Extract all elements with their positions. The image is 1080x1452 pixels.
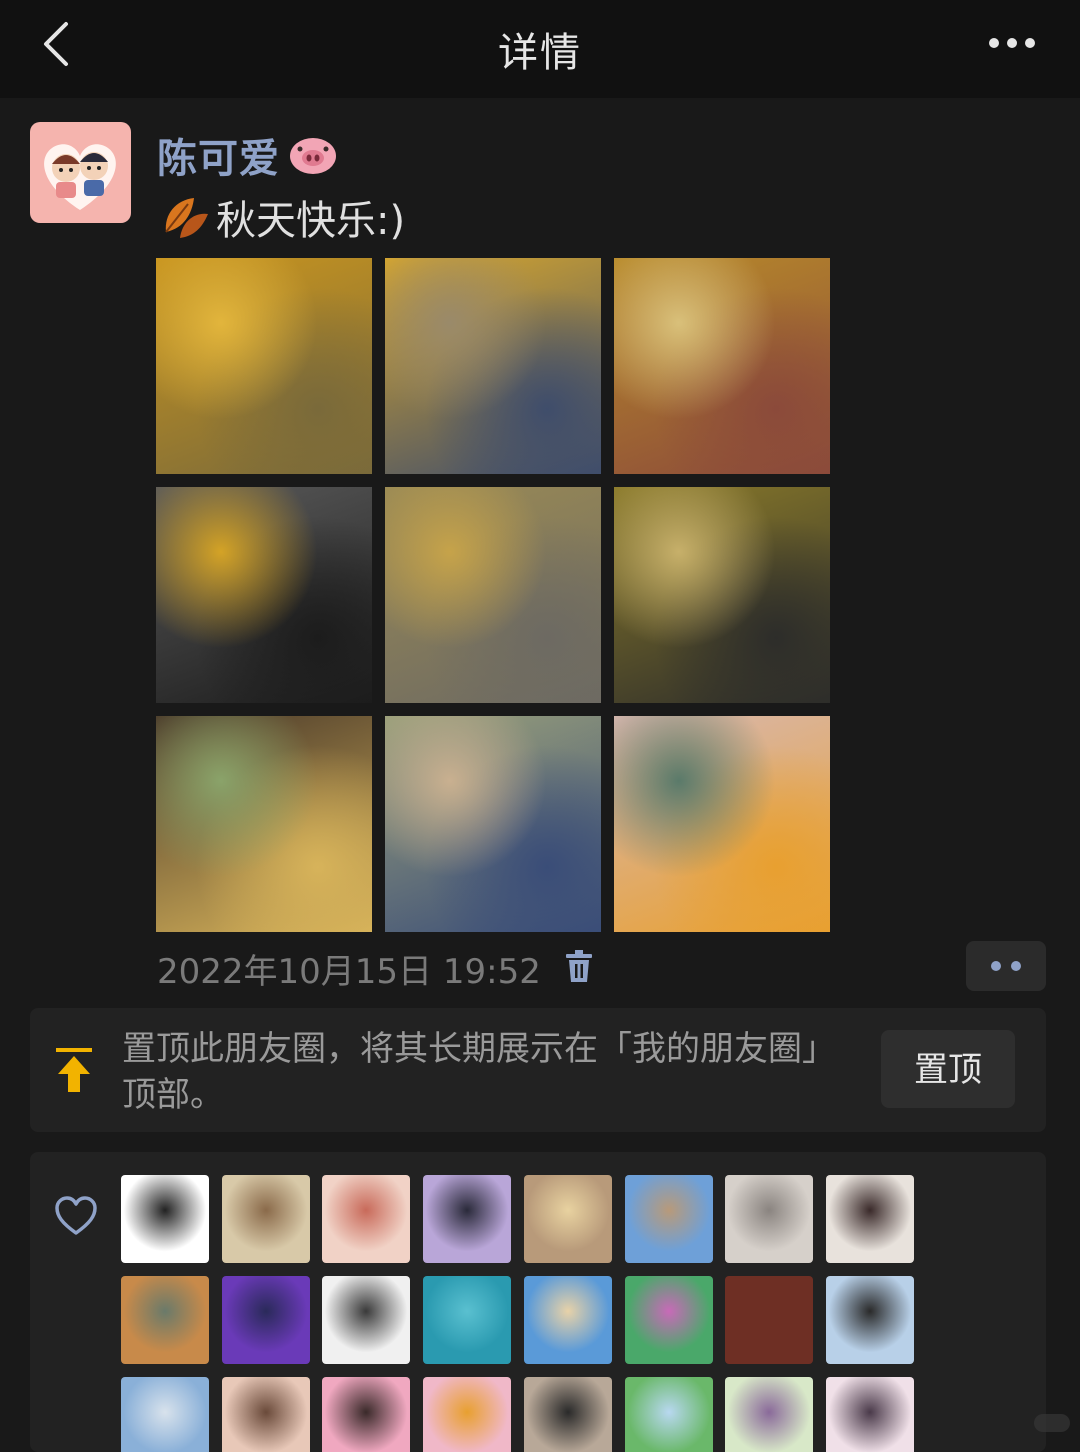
photo-girl-denim-jacket[interactable] <box>385 716 601 932</box>
photo-grid <box>156 258 830 932</box>
photo-bike-basket-leaves[interactable] <box>156 487 372 703</box>
photo-fish-slices-soup[interactable] <box>614 716 830 932</box>
like-avatar-girl-beach[interactable] <box>523 1276 612 1364</box>
post-timestamp: 2022年10月15日 19:52 <box>157 952 541 992</box>
trash-icon[interactable] <box>564 950 594 984</box>
like-avatar-angel-girl[interactable] <box>221 1175 310 1263</box>
like-avatar-manga-character[interactable] <box>322 1276 411 1364</box>
page-title: 详情 <box>498 30 582 76</box>
like-avatar-cartoon-animal[interactable] <box>725 1377 814 1452</box>
photo-girl-on-road[interactable] <box>385 487 601 703</box>
photo-yellow-trees-buildings[interactable] <box>614 258 830 474</box>
photo-girl-under-yellow-trees[interactable] <box>385 258 601 474</box>
like-avatar-funny-face[interactable] <box>523 1377 612 1452</box>
nav-bar: 详情 <box>0 0 1080 98</box>
photo-trees-and-cars[interactable] <box>614 487 830 703</box>
like-avatar-girl-selfie[interactable] <box>221 1377 310 1452</box>
like-avatar-powerpuff[interactable] <box>624 1276 713 1364</box>
watermark-badge <box>1034 1414 1070 1432</box>
like-avatar-white-cat[interactable] <box>725 1175 814 1263</box>
likes-card <box>30 1152 1046 1452</box>
post-text: 秋天快乐:) <box>158 188 405 246</box>
two-dots-icon <box>991 961 1021 971</box>
pin-description: 置顶此朋友圈，将其长期展示在「我的朋友圈」顶部。 <box>122 1029 836 1115</box>
like-avatar-anime-girl[interactable] <box>825 1377 914 1452</box>
more-horizontal-icon[interactable] <box>988 36 1036 50</box>
like-avatar-line-drawing[interactable] <box>121 1175 209 1263</box>
like-avatar-girl-pink[interactable] <box>322 1175 411 1263</box>
author-avatar[interactable] <box>30 122 131 223</box>
like-avatar-cats-orange[interactable] <box>121 1276 209 1364</box>
like-avatar-castle-sky[interactable] <box>624 1175 713 1263</box>
heart-outline-icon <box>55 1196 97 1235</box>
fallen-leaf-icon <box>165 198 208 238</box>
like-avatar-girl-purple-blazer[interactable] <box>423 1175 512 1263</box>
like-avatar-sky-clouds[interactable] <box>121 1377 209 1452</box>
pig-face-emoji-icon <box>290 138 336 174</box>
like-avatar-field-landscape[interactable] <box>624 1377 713 1452</box>
post-text-content: 秋天快乐:) <box>216 198 406 244</box>
like-avatar-hearts-cartoon[interactable] <box>322 1377 411 1452</box>
like-avatar-girl-purple-shirt[interactable] <box>221 1276 310 1364</box>
pin-button[interactable]: 置顶 <box>881 1030 1015 1108</box>
like-avatar-girl-rabbit[interactable] <box>825 1175 914 1263</box>
like-avatar-girl-seaside[interactable] <box>825 1276 914 1364</box>
pin-to-top-card: 置顶此朋友圈，将其长期展示在「我的朋友圈」顶部。 置顶 <box>30 1008 1046 1132</box>
like-avatar-blonde-girl-cafe[interactable] <box>523 1175 612 1263</box>
photo-dinner-table[interactable] <box>156 716 372 932</box>
author-name-text: 陈可爱 <box>157 136 280 182</box>
like-avatar-sea-water[interactable] <box>423 1276 512 1364</box>
comment-menu-button[interactable] <box>966 941 1046 991</box>
photo-yellow-trees-streetlamp[interactable] <box>156 258 372 474</box>
couple-cartoon-icon <box>44 144 116 210</box>
pin-top-icon <box>56 1048 92 1092</box>
like-avatar-solid-brown[interactable] <box>725 1276 814 1364</box>
author-name[interactable]: 陈可爱 <box>157 126 338 184</box>
like-avatar-cartoon-girl[interactable] <box>423 1377 512 1452</box>
